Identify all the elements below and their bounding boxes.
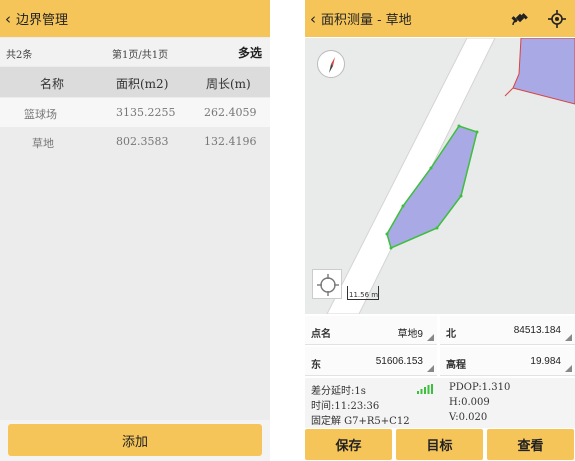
column-header-area: 面积(m2)	[116, 77, 169, 91]
vertex-point	[459, 194, 463, 198]
vertex-point	[435, 226, 439, 230]
cell-area: 802.3583	[116, 135, 169, 148]
add-button[interactable]: 添加	[8, 424, 262, 456]
map-view[interactable]: 11.56 m	[305, 38, 575, 314]
satellite-icon[interactable]	[511, 9, 529, 27]
signal-strength-icon	[417, 384, 433, 394]
header-bar: ‹ 面积测量 - 草地	[305, 0, 575, 37]
locate-icon[interactable]	[312, 269, 342, 299]
east-label: 东	[311, 360, 321, 371]
cell-name: 篮球场	[24, 108, 57, 121]
parcel-polygon	[512, 38, 575, 105]
corner-indicator-icon	[565, 334, 572, 341]
vertex-point	[389, 246, 393, 250]
east-field[interactable]: 东 51606.153	[305, 347, 437, 376]
diff-delay-text: 差分延时:1s	[311, 386, 366, 397]
page-title: 边界管理	[16, 13, 69, 28]
column-header-name: 名称	[40, 77, 65, 91]
north-value: 84513.184	[513, 325, 561, 336]
view-button[interactable]: 查看	[487, 429, 574, 460]
point-name-field[interactable]: 点名 草地9	[305, 316, 437, 345]
corner-indicator-icon	[427, 365, 434, 372]
cell-name: 草地	[32, 137, 54, 150]
table-header: 名称 面积(m2) 周长(m)	[0, 67, 270, 97]
scale-label: 11.56 m	[349, 291, 379, 299]
vertex-point	[475, 130, 479, 134]
solution-text: 固定解 G7+R5+C12	[311, 416, 410, 427]
add-bar: 添加	[0, 420, 270, 461]
map-canvas	[326, 38, 575, 314]
vertex-point	[401, 204, 405, 208]
compass-icon[interactable]	[317, 50, 345, 78]
bottom-toolbar: 保存 目标 查看	[305, 428, 575, 461]
north-field[interactable]: 北 84513.184	[440, 316, 575, 345]
back-arrow-icon[interactable]: ‹	[0, 10, 16, 28]
save-button[interactable]: 保存	[305, 429, 392, 460]
elevation-label: 高程	[446, 360, 466, 371]
v-precision-text: V:0.020	[449, 412, 488, 423]
table-row[interactable]: 草地 802.3583 132.4196	[0, 127, 270, 156]
pager-bar: 共2条 第1页/共1页 多选	[0, 38, 270, 66]
area-measurement-screen: ‹ 面积测量 - 草地 11.56 m 点名 草地9 北 84513.184 东…	[305, 0, 575, 461]
gnss-status-panel: 差分延时:1s PDOP:1.310 时间:11:23:36 H:0.009 固…	[305, 378, 575, 428]
back-arrow-icon[interactable]: ‹	[305, 10, 321, 28]
table-row[interactable]: 篮球场 3135.2255 262.4059	[0, 98, 270, 127]
vertex-point	[429, 166, 433, 170]
boundary-management-screen: ‹ 边界管理 共2条 第1页/共1页 多选 名称 面积(m2) 周长(m) 篮球…	[0, 0, 270, 461]
point-name-value: 草地9	[397, 329, 423, 340]
cell-perimeter: 132.4196	[204, 135, 257, 148]
north-label: 北	[446, 329, 456, 340]
vertex-point	[385, 232, 389, 236]
corner-indicator-icon	[427, 334, 434, 341]
page-indicator: 第1页/共1页	[112, 50, 169, 61]
east-value: 51606.153	[375, 356, 423, 367]
elevation-field[interactable]: 高程 19.984	[440, 347, 575, 376]
point-name-label: 点名	[311, 329, 331, 340]
page-title: 面积测量 - 草地	[321, 13, 412, 28]
cell-area: 3135.2255	[116, 106, 176, 119]
time-text: 时间:11:23:36	[311, 401, 380, 412]
parcel-edge	[504, 87, 514, 97]
vertex-point	[457, 124, 461, 128]
point-info-panel: 点名 草地9 北 84513.184 东 51606.153 高程 19.984	[305, 316, 575, 376]
gps-target-icon[interactable]	[547, 9, 567, 29]
corner-indicator-icon	[565, 365, 572, 372]
road	[326, 38, 496, 314]
record-count: 共2条	[6, 50, 33, 61]
cell-perimeter: 262.4059	[204, 106, 257, 119]
elevation-value: 19.984	[530, 356, 561, 367]
header-bar: ‹ 边界管理	[0, 0, 270, 37]
pdop-text: PDOP:1.310	[449, 382, 511, 393]
h-precision-text: H:0.009	[449, 397, 490, 408]
column-header-perimeter: 周长(m)	[206, 77, 251, 91]
target-button[interactable]: 目标	[396, 429, 483, 460]
multi-select-button[interactable]: 多选	[238, 44, 262, 61]
